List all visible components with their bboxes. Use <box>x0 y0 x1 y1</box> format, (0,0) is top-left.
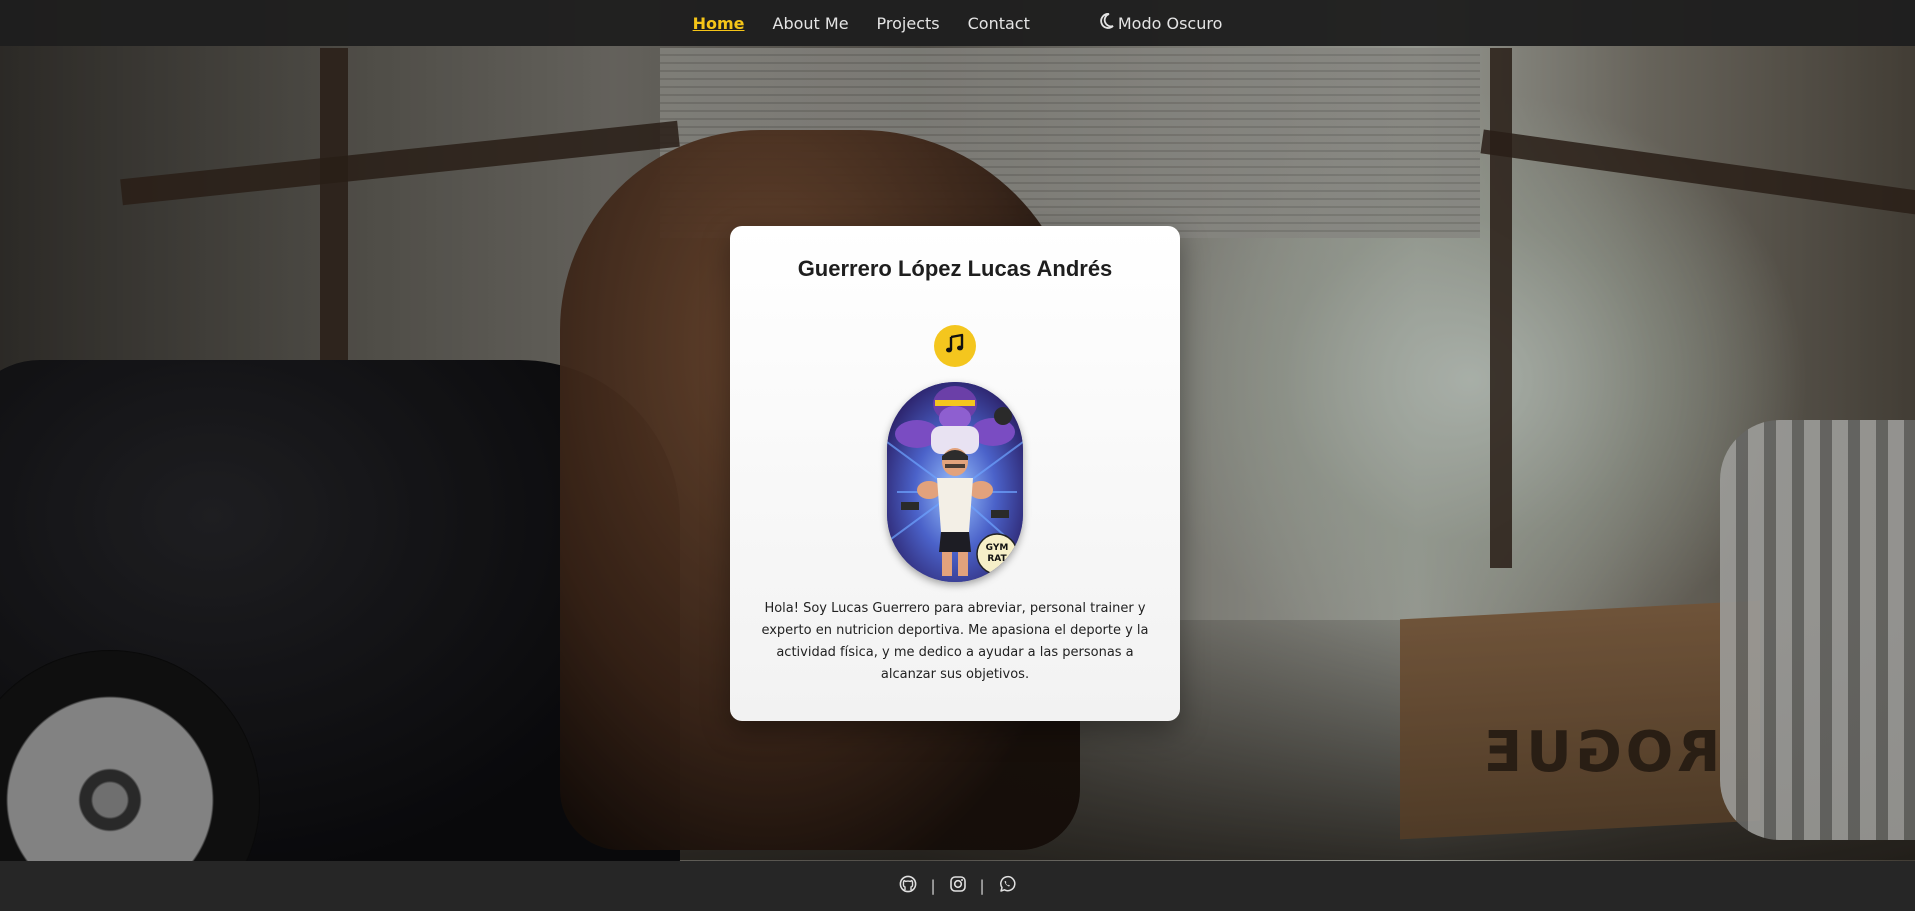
instagram-icon <box>949 875 967 897</box>
dark-mode-label: Modo Oscuro <box>1117 13 1223 33</box>
footer-separator: | <box>979 877 985 895</box>
avatar-illustration: GYM RAT <box>887 382 1023 582</box>
music-toggle-button[interactable] <box>934 325 976 367</box>
moon-icon <box>1100 13 1114 33</box>
nav-about-me[interactable]: About Me <box>773 14 849 33</box>
page: ROGUE Home About Me Projects Contact Mod… <box>0 0 1915 911</box>
instagram-link[interactable] <box>948 876 968 896</box>
music-note-icon <box>944 333 966 359</box>
nav-home[interactable]: Home <box>693 14 745 33</box>
top-nav: Home About Me Projects Contact Modo Oscu… <box>0 0 1915 46</box>
svg-text:GYM: GYM <box>986 543 1009 553</box>
avatar: GYM RAT <box>887 382 1023 582</box>
profile-card: Guerrero López Lucas Andrés GYM RAT Hola… <box>730 226 1180 721</box>
footer: | | <box>0 861 1915 911</box>
whatsapp-icon <box>998 875 1016 897</box>
footer-separator: | <box>930 877 936 895</box>
whatsapp-link[interactable] <box>997 875 1017 897</box>
profile-bio: Hola! Soy Lucas Guerrero para abreviar, … <box>761 601 1149 682</box>
nav-contact[interactable]: Contact <box>968 14 1030 33</box>
nav-projects[interactable]: Projects <box>877 14 940 33</box>
profile-name: Guerrero López Lucas Andrés <box>797 256 1113 281</box>
github-icon <box>899 875 917 897</box>
dark-mode-toggle[interactable]: Modo Oscuro <box>1100 13 1223 33</box>
github-link[interactable] <box>898 875 918 897</box>
svg-text:RAT: RAT <box>987 554 1007 564</box>
